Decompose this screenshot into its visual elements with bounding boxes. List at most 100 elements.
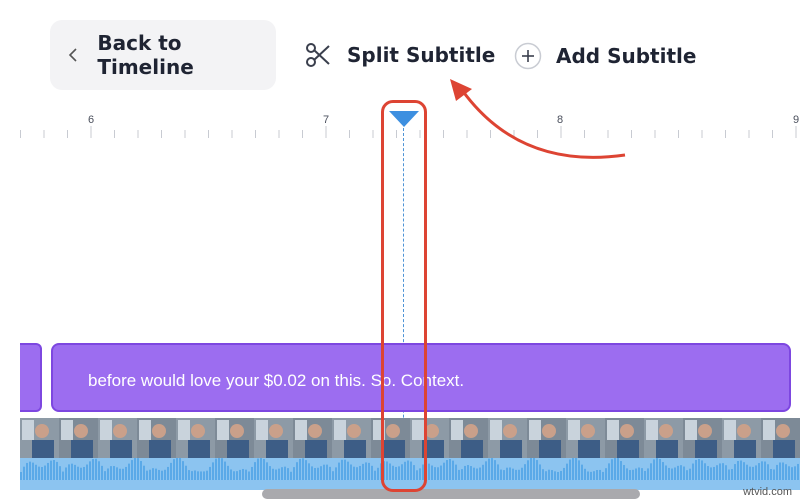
waveform-bar — [737, 461, 739, 480]
waveform-bar — [506, 467, 508, 480]
waveform-bar — [614, 457, 616, 480]
video-thumbnail — [644, 418, 683, 458]
waveform-bar — [164, 469, 166, 480]
video-thumbnail — [98, 418, 137, 458]
waveform-bar — [173, 459, 175, 480]
waveform-bar — [176, 457, 178, 480]
waveform-bar — [791, 467, 793, 480]
scissors-icon — [305, 42, 331, 68]
waveform-bar — [482, 464, 484, 480]
waveform-bar — [629, 470, 631, 480]
waveform-bar — [683, 466, 685, 480]
waveform-bar — [338, 462, 340, 480]
waveform-bar — [551, 470, 553, 480]
waveform-bar — [104, 471, 106, 480]
waveform-bar — [182, 461, 184, 480]
waveform-bar — [269, 466, 271, 480]
waveform-bar — [566, 463, 568, 480]
waveform-bar — [332, 471, 334, 480]
waveform-bar — [257, 458, 259, 480]
waveform-bar — [32, 462, 34, 480]
waveform-bar — [143, 465, 145, 480]
waveform-bar — [713, 466, 715, 480]
waveform-bar — [359, 465, 361, 480]
waveform-bar — [548, 469, 550, 480]
video-thumbnail — [254, 418, 293, 458]
waveform-bar — [281, 467, 283, 480]
waveform-bar — [464, 465, 466, 480]
waveform-bar — [518, 469, 520, 480]
waveform-bar — [362, 463, 364, 480]
waveform-bar — [773, 469, 775, 480]
waveform-bar — [641, 468, 643, 480]
waveform-bar — [278, 468, 280, 480]
split-subtitle-label: Split Subtitle — [347, 43, 496, 67]
waveform-bar — [353, 466, 355, 480]
waveform-bar — [710, 467, 712, 480]
video-thumbnail — [20, 418, 59, 458]
waveform-bar — [344, 459, 346, 480]
waveform-bar — [542, 469, 544, 480]
waveform-bar — [707, 466, 709, 480]
waveform-bar — [578, 460, 580, 480]
waveform-bar — [341, 459, 343, 480]
waveform-bar — [308, 463, 310, 480]
waveform-bar — [758, 463, 760, 480]
waveform-bar — [620, 461, 622, 480]
waveform-bar — [491, 458, 493, 480]
waveform-bar — [329, 466, 331, 480]
waveform-bar — [437, 467, 439, 480]
video-thumbnail — [683, 418, 722, 458]
waveform-bar — [521, 467, 523, 480]
waveform-bar — [233, 471, 235, 480]
waveform-bar — [686, 470, 688, 480]
waveform-bar — [656, 457, 658, 480]
subtitle-clip-previous[interactable] — [20, 343, 42, 412]
waveform-bar — [305, 460, 307, 480]
back-to-timeline-button[interactable]: Back to Timeline — [50, 20, 276, 90]
waveform-bar — [623, 465, 625, 480]
add-subtitle-button[interactable]: Add Subtitle — [514, 40, 696, 72]
split-subtitle-button[interactable]: Split Subtitle — [305, 38, 495, 72]
waveform-bar — [770, 469, 772, 480]
waveform-bar — [701, 460, 703, 480]
waveform-bar — [203, 471, 205, 480]
waveform-bar — [38, 466, 40, 480]
waveform-bar — [467, 465, 469, 480]
waveform-bar — [788, 466, 790, 480]
waveform-bar — [440, 465, 442, 480]
video-thumbnail — [176, 418, 215, 458]
waveform-bar — [608, 463, 610, 480]
waveform-bar — [605, 468, 607, 480]
waveform-bar — [554, 471, 556, 480]
waveform-bar — [677, 465, 679, 480]
waveform-bar — [536, 460, 538, 480]
waveform-bar — [794, 466, 796, 480]
waveform-bar — [581, 464, 583, 480]
waveform-bar — [617, 458, 619, 480]
waveform-bar — [320, 466, 322, 480]
waveform-bar — [29, 461, 31, 480]
waveform-bar — [335, 467, 337, 480]
waveform-bar — [302, 458, 304, 480]
waveform-bar — [563, 467, 565, 480]
waveform-bar — [647, 468, 649, 480]
waveform-bar — [230, 469, 232, 480]
waveform-bar — [764, 461, 766, 480]
waveform-bar — [113, 466, 115, 480]
waveform-bar — [293, 467, 295, 480]
waveform-bar — [668, 467, 670, 480]
video-thumbnail — [137, 418, 176, 458]
waveform-bar — [137, 458, 139, 480]
timeline-horizontal-scrollbar[interactable] — [262, 489, 640, 499]
waveform-bar — [266, 462, 268, 480]
waveform-bar — [287, 468, 289, 480]
waveform-bar — [23, 466, 25, 480]
waveform-bar — [659, 459, 661, 480]
waveform-bar — [296, 462, 298, 480]
waveform-bar — [488, 458, 490, 480]
waveform-bar — [194, 470, 196, 480]
waveform-bar — [455, 464, 457, 480]
waveform-bar — [188, 470, 190, 480]
waveform-bar — [80, 467, 82, 480]
